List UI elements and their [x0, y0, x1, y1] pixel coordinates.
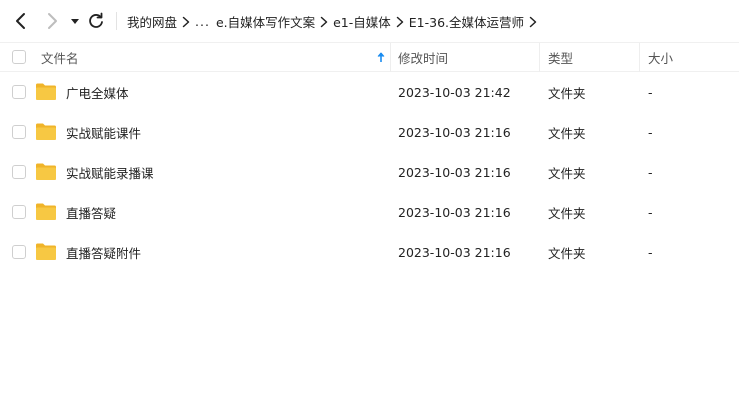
folder-icon [36, 163, 56, 180]
file-size: - [648, 164, 653, 180]
file-type: 文件夹 [548, 125, 586, 141]
breadcrumb-ellipsis[interactable]: ... [195, 14, 210, 29]
breadcrumb: 我的网盘 ... e.自媒体写作文案 e1-自媒体 E1-36.全媒体运营师 [127, 0, 542, 42]
file-size: - [648, 84, 653, 100]
forward-button[interactable] [42, 11, 62, 31]
file-modified: 2023-10-03 21:16 [398, 244, 511, 260]
file-name[interactable]: 直播答疑附件 [66, 232, 386, 272]
file-modified: 2023-10-03 21:16 [398, 164, 511, 180]
file-name[interactable]: 直播答疑 [66, 192, 386, 232]
chevron-right-icon [391, 14, 409, 29]
table-row[interactable]: 实战赋能课件 2023-10-03 21:16 文件夹 - [0, 112, 739, 152]
column-divider[interactable] [639, 43, 640, 72]
history-dropdown-button[interactable] [68, 11, 82, 31]
refresh-icon [89, 12, 103, 28]
file-name[interactable]: 广电全媒体 [66, 72, 386, 112]
column-header-type[interactable]: 类型 [548, 43, 638, 72]
row-checkbox[interactable] [12, 205, 26, 219]
row-checkbox[interactable] [12, 165, 26, 179]
file-modified: 2023-10-03 21:42 [398, 84, 511, 100]
refresh-button[interactable] [86, 11, 106, 31]
chevron-right-icon [177, 14, 195, 29]
chevron-right-icon[interactable] [524, 14, 542, 29]
breadcrumb-item-media[interactable]: e1-自媒体 [333, 12, 391, 31]
chevron-right-icon [48, 13, 57, 29]
file-name[interactable]: 实战赋能课件 [66, 112, 386, 152]
caret-down-icon [71, 19, 79, 24]
select-all-checkbox[interactable] [12, 50, 26, 64]
column-size-label: 大小 [648, 51, 674, 66]
column-header-name[interactable]: 文件名 [41, 43, 391, 72]
row-checkbox[interactable] [12, 245, 26, 259]
row-checkbox[interactable] [12, 125, 26, 139]
file-size: - [648, 124, 653, 140]
file-type: 文件夹 [548, 165, 586, 181]
row-checkbox[interactable] [12, 85, 26, 99]
toolbar: 我的网盘 ... e.自媒体写作文案 e1-自媒体 E1-36.全媒体运营师 [0, 0, 739, 42]
folder-icon [36, 123, 56, 140]
column-divider[interactable] [390, 43, 391, 72]
chevron-right-icon [315, 14, 333, 29]
breadcrumb-root[interactable]: 我的网盘 [127, 12, 177, 31]
chevron-left-icon [16, 13, 25, 29]
table-row[interactable]: 实战赋能录播课 2023-10-03 21:16 文件夹 - [0, 152, 739, 192]
breadcrumb-item-current[interactable]: E1-36.全媒体运营师 [409, 12, 524, 31]
table-row[interactable]: 广电全媒体 2023-10-03 21:42 文件夹 - [0, 72, 739, 112]
column-header-modified[interactable]: 修改时间 [398, 43, 538, 72]
file-type: 文件夹 [548, 85, 586, 101]
file-modified: 2023-10-03 21:16 [398, 204, 511, 220]
folder-icon [36, 203, 56, 220]
breadcrumb-item-writing[interactable]: e.自媒体写作文案 [216, 12, 315, 31]
column-type-label: 类型 [548, 51, 574, 66]
back-button[interactable] [11, 11, 31, 31]
column-header-size[interactable]: 大小 [648, 43, 733, 72]
file-size: - [648, 244, 653, 260]
arrow-up-icon [377, 52, 385, 62]
table-row[interactable]: 直播答疑 2023-10-03 21:16 文件夹 - [0, 192, 739, 232]
column-divider[interactable] [539, 43, 540, 72]
table-row[interactable]: 直播答疑附件 2023-10-03 21:16 文件夹 - [0, 232, 739, 272]
file-name[interactable]: 实战赋能录播课 [66, 152, 386, 192]
file-type: 文件夹 [548, 245, 586, 261]
column-name-label: 文件名 [41, 51, 79, 66]
column-modified-label: 修改时间 [398, 51, 449, 66]
folder-icon [36, 243, 56, 260]
file-modified: 2023-10-03 21:16 [398, 124, 511, 140]
folder-icon [36, 83, 56, 100]
file-list-header: 文件名 修改时间 类型 大小 [0, 42, 739, 72]
toolbar-divider [116, 12, 117, 30]
file-size: - [648, 204, 653, 220]
file-type: 文件夹 [548, 205, 586, 221]
